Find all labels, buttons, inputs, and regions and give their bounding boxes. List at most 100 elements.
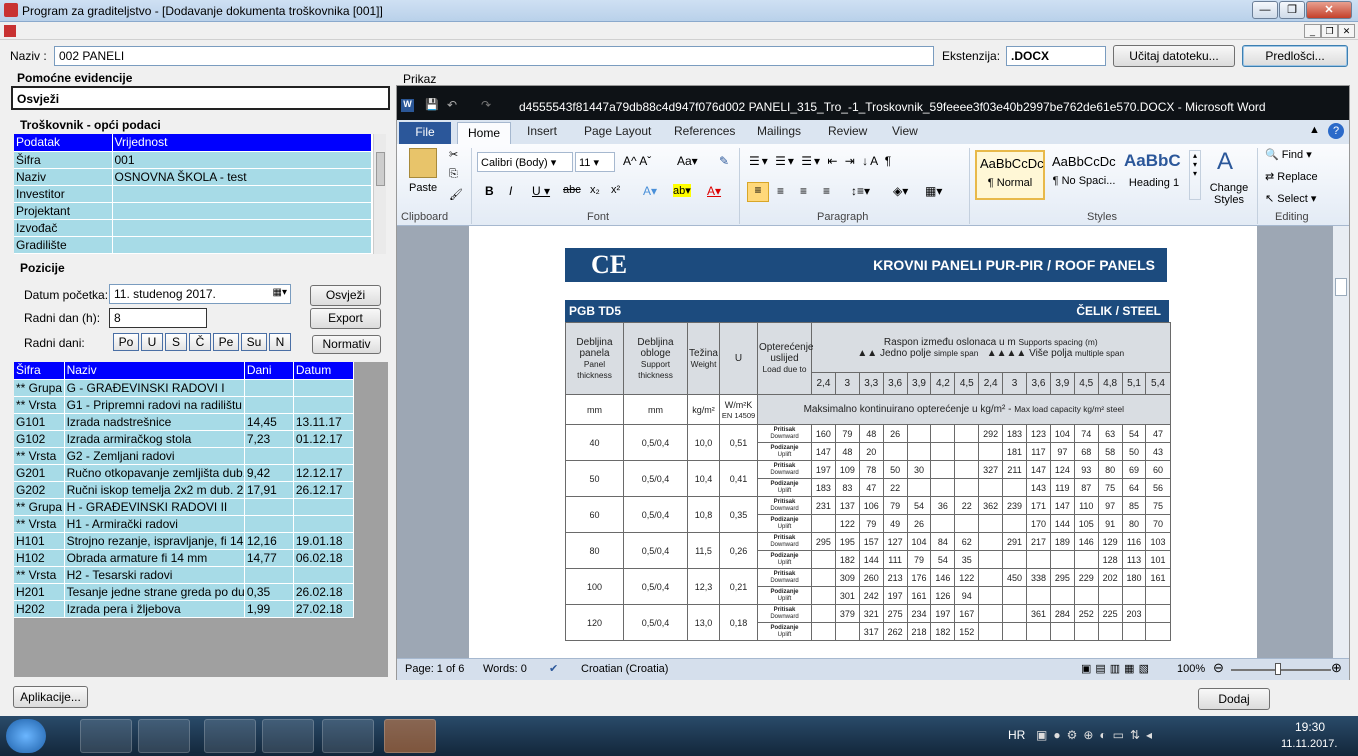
change-styles-label[interactable]: Change Styles (1207, 182, 1251, 206)
clock-time[interactable]: 19:30 (1295, 720, 1325, 734)
zoom-level[interactable]: 100% (1177, 663, 1205, 675)
datum-picker[interactable]: 11. studenog 2017. ▦▾ (109, 284, 291, 304)
status-page[interactable]: Page: 1 of 6 (405, 663, 464, 675)
tray-icons[interactable]: ▣●⚙⊕◐▭⇅◂ (1036, 728, 1158, 742)
replace-button[interactable]: ⇄ Replace (1265, 170, 1318, 183)
align-left-icon[interactable]: ≡ (747, 182, 769, 202)
taskbar-app-4[interactable] (262, 719, 314, 753)
table-row[interactable]: Šifra 001 (14, 151, 372, 169)
font-name-select[interactable]: Calibri (Body) ▾ (477, 152, 573, 172)
taskbar-visual-studio[interactable] (204, 719, 256, 753)
table-row[interactable]: ** Vrsta G2 - Zemljani radovi (14, 447, 355, 465)
shading-icon[interactable]: ◈▾ (893, 184, 908, 198)
child-minimize-button[interactable]: _ (1304, 24, 1321, 38)
redo-icon[interactable]: ↷ (481, 98, 491, 112)
column-header-dani[interactable]: Dani (244, 362, 294, 380)
pozicije-grid[interactable]: Šifra Naziv Dani Datum ** Grupa G - GRAĐEVIN… (14, 362, 388, 677)
normativ-button[interactable]: Normativ (312, 335, 381, 354)
taskbar-app-1[interactable] (80, 719, 132, 753)
status-words[interactable]: Words: 0 (483, 663, 527, 675)
opci-podaci-grid[interactable]: Podatak Vrijednost Šifra 001 Naziv OSNOVNA … (14, 134, 386, 254)
bold-icon[interactable]: B (485, 184, 494, 198)
column-header-podatak[interactable]: Podatak (14, 134, 113, 152)
minimize-button[interactable]: — (1252, 1, 1278, 19)
day-toggle-n[interactable]: N (269, 333, 291, 351)
font-color-icon[interactable]: A▾ (707, 184, 721, 198)
style-normal[interactable]: AaBbCcDc ¶ Normal (975, 150, 1045, 200)
day-toggle-pe[interactable]: Pe (213, 333, 239, 351)
osvjezi-button[interactable]: Osvježi (310, 285, 381, 306)
table-row[interactable]: Gradilište (14, 236, 372, 254)
predlosci-button[interactable]: Predlošci... (1242, 45, 1348, 67)
styles-more-button[interactable]: ▴ ▾ ▾ (1189, 150, 1201, 200)
table-row[interactable]: Izvođač (14, 219, 372, 237)
table-row[interactable]: ** Vrsta H1 - Armirački radovi (14, 515, 355, 533)
child-restore-button[interactable]: ❐ (1321, 24, 1338, 38)
style-heading1[interactable]: AaBbC Heading 1 (1121, 150, 1187, 200)
document-area[interactable]: CE KROVNI PANELI PUR-PIR / ROOF PANELS P… (397, 226, 1349, 658)
paste-icon[interactable] (409, 148, 437, 178)
table-row[interactable]: Projektant (14, 202, 372, 220)
day-toggle-po[interactable]: Po (113, 333, 139, 351)
ucitaj-datoteku-button[interactable]: Učitaj datoteku... (1113, 45, 1235, 67)
maximize-button[interactable]: ❐ (1279, 1, 1305, 19)
zoom-in-icon[interactable]: ⊕ (1331, 660, 1342, 676)
document-page[interactable]: CE KROVNI PANELI PUR-PIR / ROOF PANELS P… (469, 226, 1257, 658)
table-row[interactable]: G101 Izrada nadstrešnice 14,45 13.11.17 (14, 413, 355, 431)
table-row[interactable]: G201 Ručno otkopavanje zemljišta dub. 9,42… (14, 464, 355, 482)
change-case-icon[interactable]: Aa▾ (677, 154, 698, 168)
style-no-spacing[interactable]: AaBbCcDc ¶ No Spaci... (1049, 150, 1119, 200)
select-button[interactable]: ↖ Select ▾ (1265, 192, 1316, 205)
opci-scrollbar[interactable] (373, 134, 386, 254)
tab-references[interactable]: References (674, 124, 735, 138)
ekstenzija-input[interactable]: .DOCX (1006, 46, 1106, 66)
zoom-slider-thumb[interactable] (1275, 663, 1281, 675)
taskbar-powerpoint[interactable] (384, 719, 436, 753)
justify-icon[interactable]: ≡ (823, 184, 830, 198)
highlight-icon[interactable]: ab▾ (673, 184, 691, 197)
tab-page-layout[interactable]: Page Layout (584, 124, 651, 138)
tab-home[interactable]: Home (457, 122, 511, 144)
tab-review[interactable]: Review (828, 124, 867, 138)
table-row[interactable]: Naziv OSNOVNA ŠKOLA - test (14, 168, 372, 186)
table-row[interactable]: H101 Strojno rezanje, ispravljanje, fi 14… (14, 532, 355, 550)
scrollbar-thumb[interactable] (1335, 278, 1347, 296)
aplikacije-button[interactable]: Aplikacije... (13, 686, 88, 708)
find-button[interactable]: 🔍 Find ▾ (1265, 148, 1312, 161)
naziv-input[interactable]: 002 PANELI (54, 46, 934, 66)
tab-file[interactable]: File (399, 122, 451, 144)
export-button[interactable]: Export (310, 308, 381, 329)
clear-format-icon[interactable]: ✎ (719, 154, 729, 168)
table-row[interactable]: G102 Izrada armiračkog stola 7,23 01.12.17 (14, 430, 355, 448)
column-header-datum[interactable]: Datum (293, 362, 355, 380)
day-toggle-c[interactable]: Č (189, 333, 211, 351)
dodaj-button[interactable]: Dodaj (1198, 688, 1270, 710)
radni-dan-input[interactable]: 8 (109, 308, 207, 328)
copy-icon[interactable]: ⎘ (449, 168, 458, 181)
table-row[interactable]: Investitor (14, 185, 372, 203)
italic-icon[interactable]: I (509, 184, 512, 198)
column-header-naziv[interactable]: Naziv (64, 362, 245, 380)
calendar-dropdown-icon[interactable]: ▦▾ (273, 287, 287, 298)
child-close-button[interactable]: ✕ (1338, 24, 1355, 38)
column-header-vrijednost[interactable]: Vrijednost (112, 134, 372, 152)
strikethrough-icon[interactable]: abc (563, 184, 581, 196)
table-row[interactable]: H202 Izrada pera i žljebova 1,99 27.02.18 (14, 600, 355, 618)
proofing-icon[interactable]: ✔ (549, 662, 558, 675)
language-indicator[interactable]: HR (1008, 728, 1025, 742)
tab-view[interactable]: View (892, 124, 918, 138)
undo-icon[interactable]: ↶ (447, 98, 457, 112)
scrollbar-thumb[interactable] (376, 152, 385, 186)
start-button[interactable] (6, 719, 46, 753)
close-button[interactable]: ✕ (1306, 1, 1352, 19)
borders-icon[interactable]: ▦▾ (925, 184, 942, 198)
view-buttons-icons[interactable]: ▣▤▥▦▧ (1081, 662, 1153, 675)
superscript-icon[interactable]: x² (611, 184, 620, 196)
line-spacing-icon[interactable]: ↕≡▾ (851, 184, 870, 198)
table-row[interactable]: G202 Ručni iskop temelja 2x2 m dub. 2-4 17… (14, 481, 355, 499)
column-header-sifra[interactable]: Šifra (14, 362, 65, 380)
zoom-out-icon[interactable]: ⊖ (1213, 660, 1224, 676)
change-styles-icon[interactable]: A (1217, 148, 1233, 176)
grow-font-icon[interactable]: A^ Aˇ (623, 154, 651, 168)
day-toggle-s[interactable]: S (165, 333, 187, 351)
